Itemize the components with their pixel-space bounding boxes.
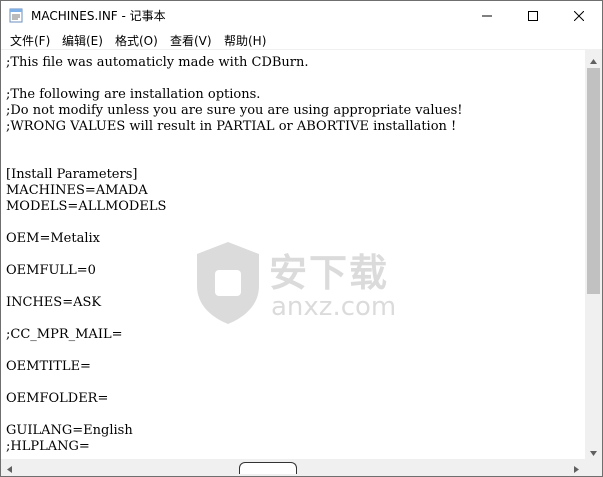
text-line: GUILANG=English [6,423,133,438]
vertical-scroll-thumb[interactable] [587,68,600,294]
text-line [6,375,463,391]
horizontal-scrollbar[interactable] [1,459,585,476]
text-line: ;The following are installation options. [6,87,261,102]
scroll-left-button[interactable] [1,459,18,476]
watermark: 安下载 anxz.com [193,240,413,330]
scroll-right-button[interactable] [568,459,585,476]
watermark-logo-text: 安下载 [269,251,390,295]
text-line [6,71,463,87]
text-editor[interactable]: ;This file was automaticly made with CDB… [1,50,585,459]
chevron-right-icon [574,458,579,476]
chevron-up-icon [590,49,597,68]
text-line [6,407,463,423]
chevron-down-icon [590,441,597,460]
text-line: MODELS=ALLMODELS [6,199,167,214]
window-title: MACHINES.INF - 记事本 [31,9,166,23]
notepad-icon [9,8,23,23]
text-line: ;WRONG VALUES will result in PARTIAL or … [6,119,457,134]
minimize-button[interactable] [464,1,510,30]
maximize-button[interactable] [510,1,556,30]
text-line: ;Do not modify unless you are sure you a… [6,103,463,118]
text-line [6,151,463,167]
menu-view[interactable]: 查看(V) [170,32,212,49]
text-line [6,343,463,359]
text-line: ;HLPLANG= [6,439,90,454]
chevron-left-icon [7,458,12,476]
text-line [6,135,463,151]
text-line: OEMFOLDER= [6,391,109,406]
menu-edit[interactable]: 编辑(E) [62,32,103,49]
watermark-shield-icon [197,242,259,324]
maximize-icon [528,6,538,25]
close-icon [573,6,585,25]
text-line [6,215,463,231]
text-line: MACHINES=AMADA [6,183,148,198]
menu-file[interactable]: 文件(F) [10,32,50,49]
menu-format[interactable]: 格式(O) [115,32,158,49]
text-line: [Install Parameters] [6,167,138,182]
menu-help[interactable]: 帮助(H) [224,32,266,49]
minimize-icon [482,6,492,25]
title-bar[interactable]: MACHINES.INF - 记事本 [1,1,602,30]
scroll-down-button[interactable] [585,442,602,459]
text-line: OEMTITLE= [6,359,91,374]
size-grip[interactable] [585,459,602,476]
vertical-scrollbar[interactable] [585,50,602,459]
scroll-up-button[interactable] [585,50,602,67]
watermark-domain-text: anxz.com [271,292,397,322]
text-line: ;This file was automaticly made with CDB… [6,55,309,70]
close-button[interactable] [556,1,602,30]
horizontal-scroll-thumb[interactable] [239,462,297,474]
notepad-window: MACHINES.INF - 记事本 文件(F) 编辑(E) 格式(O) 查看(… [0,0,603,477]
menu-bar: 文件(F) 编辑(E) 格式(O) 查看(V) 帮助(H) [1,30,602,50]
